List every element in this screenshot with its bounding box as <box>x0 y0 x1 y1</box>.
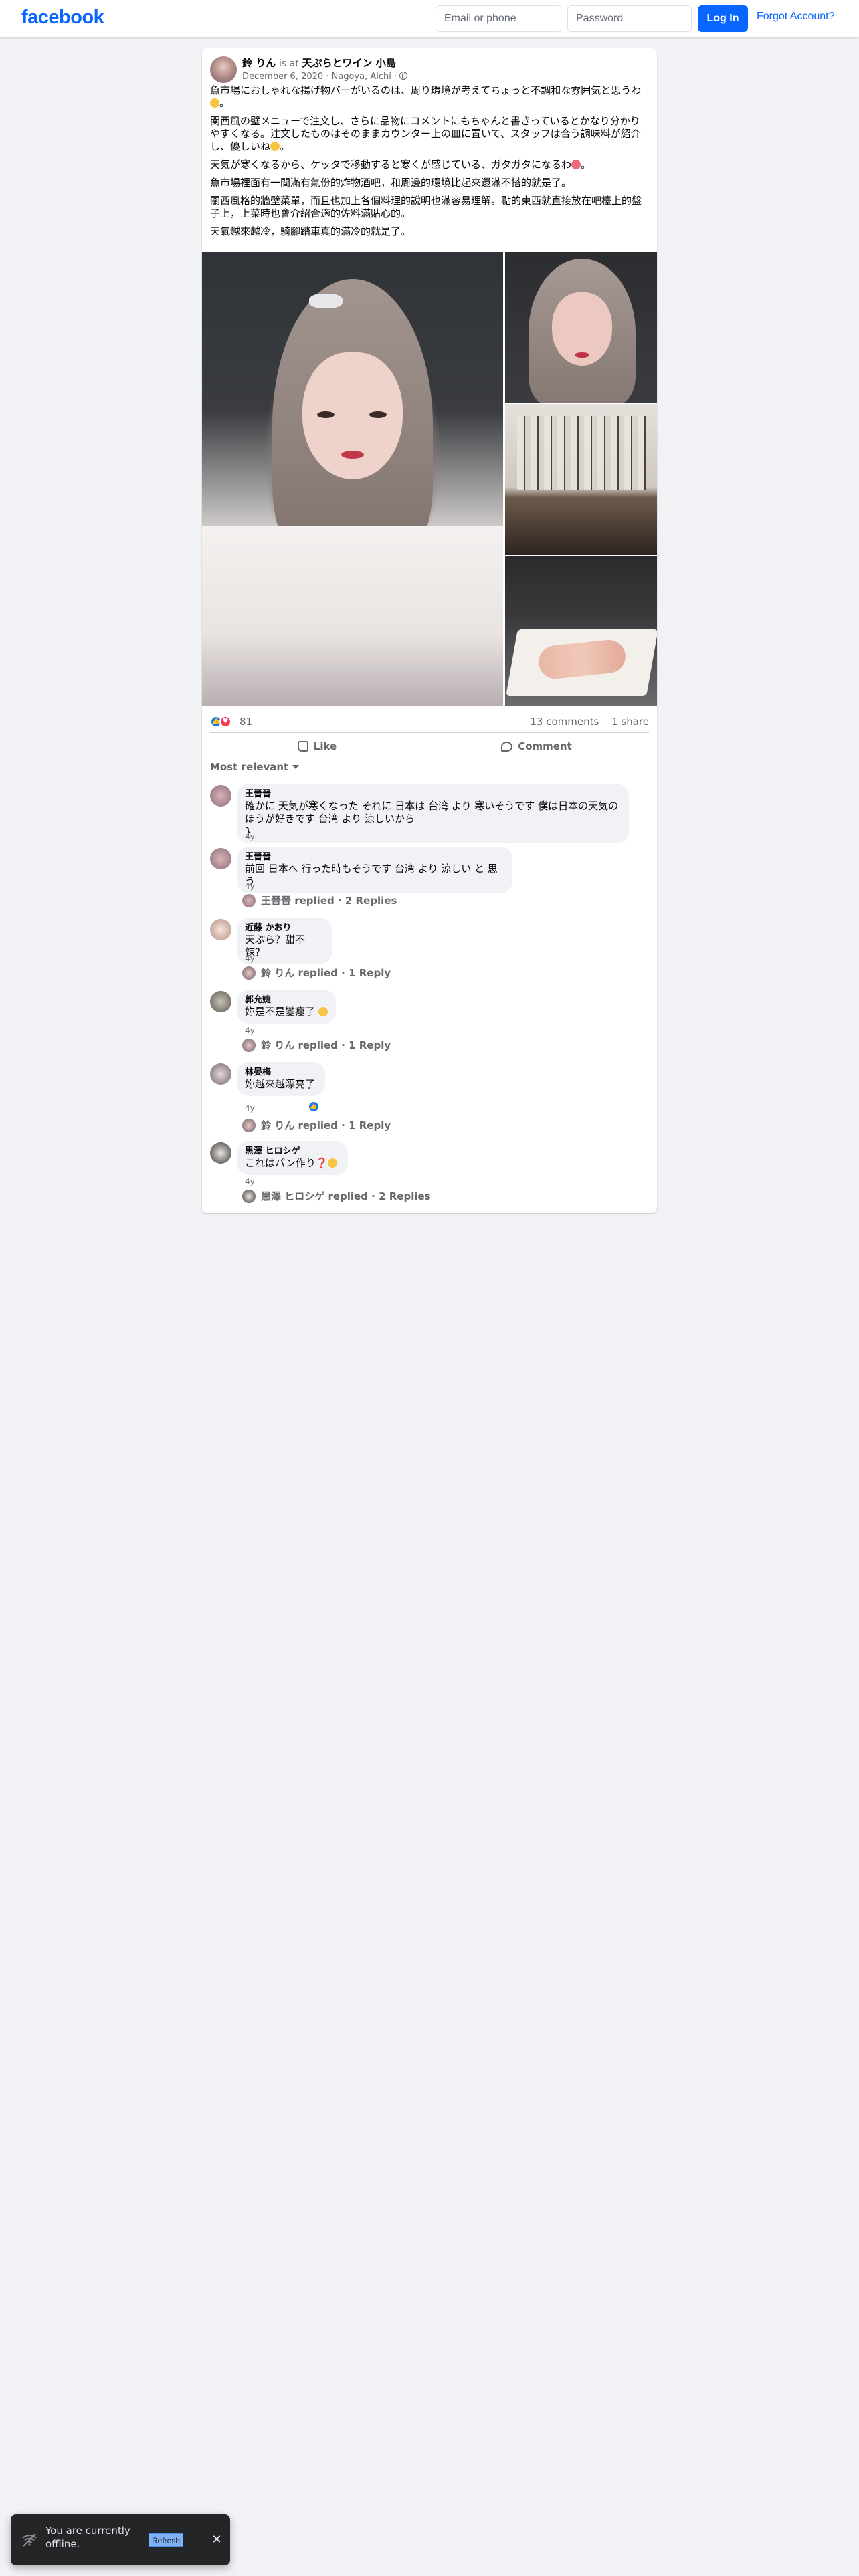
comment-bubble-icon <box>501 741 513 752</box>
comment-time[interactable]: 4y <box>245 1103 255 1113</box>
post-header: 鈴 りん is at 天ぷらとワイン 小島 December 6, 2020 ·… <box>242 56 644 83</box>
reply-avatar <box>242 1118 256 1132</box>
post-body: 魚市場におしゃれな揚げ物バーがいるのは、周り環境が考えてちょっと不調和な雰囲気と… <box>210 84 649 243</box>
commenter-name[interactable]: 黒澤 ヒロシゲ <box>245 1146 340 1157</box>
comment-text: これはパン作り❓ <box>245 1157 340 1170</box>
forgot-account-link[interactable]: Forgot Account? <box>757 11 835 23</box>
comment-text: 妳越來越漂亮了 <box>245 1078 316 1090</box>
commenter-avatar[interactable] <box>210 1142 231 1164</box>
post-date[interactable]: December 6, 2020 <box>242 72 323 82</box>
commenter-avatar[interactable] <box>210 919 231 940</box>
comment-time[interactable]: 4y <box>245 1026 255 1035</box>
smile-emoji-icon <box>210 98 219 108</box>
reaction-count: 81 <box>240 716 253 728</box>
refresh-button[interactable]: Refresh <box>149 2533 184 2547</box>
email-input[interactable] <box>436 5 561 32</box>
comments-count-link[interactable]: 13 comments <box>530 716 599 728</box>
commenter-avatar[interactable] <box>210 1063 231 1085</box>
post-photo-4[interactable] <box>505 556 657 706</box>
cold-emoji-icon <box>571 160 581 169</box>
view-replies-link[interactable]: 黒澤 ヒロシゲ replied · 2 Replies <box>242 1189 431 1203</box>
comment-bubble: 郭允婕 妳是不是變瘦了 <box>237 990 336 1024</box>
offline-toast: You are currently offline. Refresh ✕ <box>11 2514 230 2565</box>
password-input[interactable] <box>567 5 692 32</box>
view-replies-link[interactable]: 鈴 りん replied · 1 Reply <box>242 966 391 980</box>
commenter-name[interactable]: 王晉晉 <box>245 852 504 863</box>
commenter-avatar[interactable] <box>210 848 231 869</box>
commenter-name[interactable]: 近藤 かおり <box>245 923 324 934</box>
comment-bubble: 王晉晉 確かに 天気が寒くなった それに 日本は 台湾 より 寒いそうです 僕は… <box>237 784 629 843</box>
post-photo-3[interactable] <box>505 404 657 555</box>
post-photo-main[interactable] <box>202 252 503 706</box>
reply-avatar <box>242 966 256 980</box>
post-paragraph: 天氣越來越冷，騎腳踏車真的滿冷的就是了。 <box>210 225 411 237</box>
comment-time[interactable]: 4y <box>245 881 255 891</box>
public-globe-icon <box>399 72 408 80</box>
author-avatar[interactable] <box>210 56 237 83</box>
post-location[interactable]: Nagoya, Aichi <box>332 72 391 82</box>
view-replies-link[interactable]: 鈴 りん replied · 1 Reply <box>242 1038 391 1052</box>
is-at-text: is at <box>279 58 299 69</box>
comment-bubble: 黒澤 ヒロシゲ これはパン作り❓ <box>237 1141 348 1175</box>
post-paragraph: 魚市場裡面有一間滿有氣份的炸物酒吧，和周邊的環境比起來還滿不搭的就是了。 <box>210 177 572 189</box>
engagement-counts: 13 comments 1 share <box>520 716 649 728</box>
post-photo-2[interactable] <box>505 252 657 403</box>
top-navigation-bar: facebook Log In Forgot Account? <box>0 0 859 37</box>
facebook-logo[interactable]: facebook <box>21 7 104 29</box>
reply-avatar <box>242 893 256 907</box>
comment-time[interactable]: 4y <box>245 832 255 841</box>
commenter-avatar[interactable] <box>210 991 231 1012</box>
comment-like-reaction-icon[interactable]: 👍 <box>308 1101 320 1113</box>
view-replies-link[interactable]: 鈴 りん replied · 1 Reply <box>242 1118 391 1132</box>
comment-text: 天ぷら？甜不辣？ <box>245 934 306 958</box>
wifi-off-icon <box>22 2533 37 2547</box>
comment-sort-dropdown[interactable]: Most relevant <box>210 761 300 773</box>
post-paragraph: 関西風の壁メニューで注文し、さらに品物にコメントにもちゃんと書きっているとかなり… <box>210 115 641 152</box>
comment-text: 妳是不是變瘦了 <box>245 1006 328 1018</box>
comment-text: 確かに 天気が寒くなった それに 日本は 台湾 より 寒いそうです 僕は日本の天… <box>245 800 619 825</box>
comment-button[interactable]: Comment <box>430 734 644 758</box>
commenter-name[interactable]: 郭允婕 <box>245 995 328 1006</box>
comment-time[interactable]: 4y <box>245 1177 255 1186</box>
commenter-name[interactable]: 王晉晉 <box>245 789 621 800</box>
thumbs-up-icon <box>297 741 308 752</box>
commenter-avatar[interactable] <box>210 785 231 807</box>
comment-text: 前回 日本へ 行った時もそうです 台湾 より 涼しい と 思う <box>245 863 498 887</box>
post-card: 鈴 りん is at 天ぷらとワイン 小島 December 6, 2020 ·… <box>202 48 657 1213</box>
reply-avatar <box>242 1189 256 1203</box>
like-button[interactable]: Like <box>210 734 424 758</box>
offline-message: You are currently offline. <box>45 2525 130 2550</box>
close-icon[interactable]: ✕ <box>209 2532 225 2548</box>
divider <box>210 732 649 733</box>
view-replies-link[interactable]: 王晉晉 replied · 2 Replies <box>242 893 397 907</box>
post-paragraph: 關西風格的牆壁菜單，而且也加上各個料理的說明也滿容易理解。點的東西就直接放在吧檯… <box>210 195 642 219</box>
post-paragraph: 魚市場におしゃれな揚げ物バーがいるのは、周り環境が考えてちょっと不調和な雰囲気と… <box>210 84 642 109</box>
smile-emoji-icon <box>270 142 280 151</box>
caret-down-icon <box>292 765 300 769</box>
author-name[interactable]: 鈴 りん <box>242 57 276 69</box>
smile-emoji-icon <box>328 1158 338 1168</box>
reply-avatar <box>242 1038 256 1052</box>
shares-count-link[interactable]: 1 share <box>611 716 649 728</box>
comment-time[interactable]: 4y <box>245 954 255 963</box>
smile-emoji-icon <box>318 1007 328 1016</box>
comment-bubble: 王晉晉 前回 日本へ 行った時もそうです 台湾 より 涼しい と 思う <box>237 847 512 893</box>
comment-bubble: 林晏梅 妳越來越漂亮了 <box>237 1062 325 1096</box>
commenter-name[interactable]: 林晏梅 <box>245 1067 317 1078</box>
login-button[interactable]: Log In <box>698 5 748 32</box>
place-name[interactable]: 天ぷらとワイン 小島 <box>302 57 396 69</box>
love-reaction-icon: ♥ <box>219 716 231 728</box>
post-paragraph: 天気が寒くなるから、ケッタで移動すると寒くが感じている、ガタガタになるわ。 <box>210 158 591 171</box>
